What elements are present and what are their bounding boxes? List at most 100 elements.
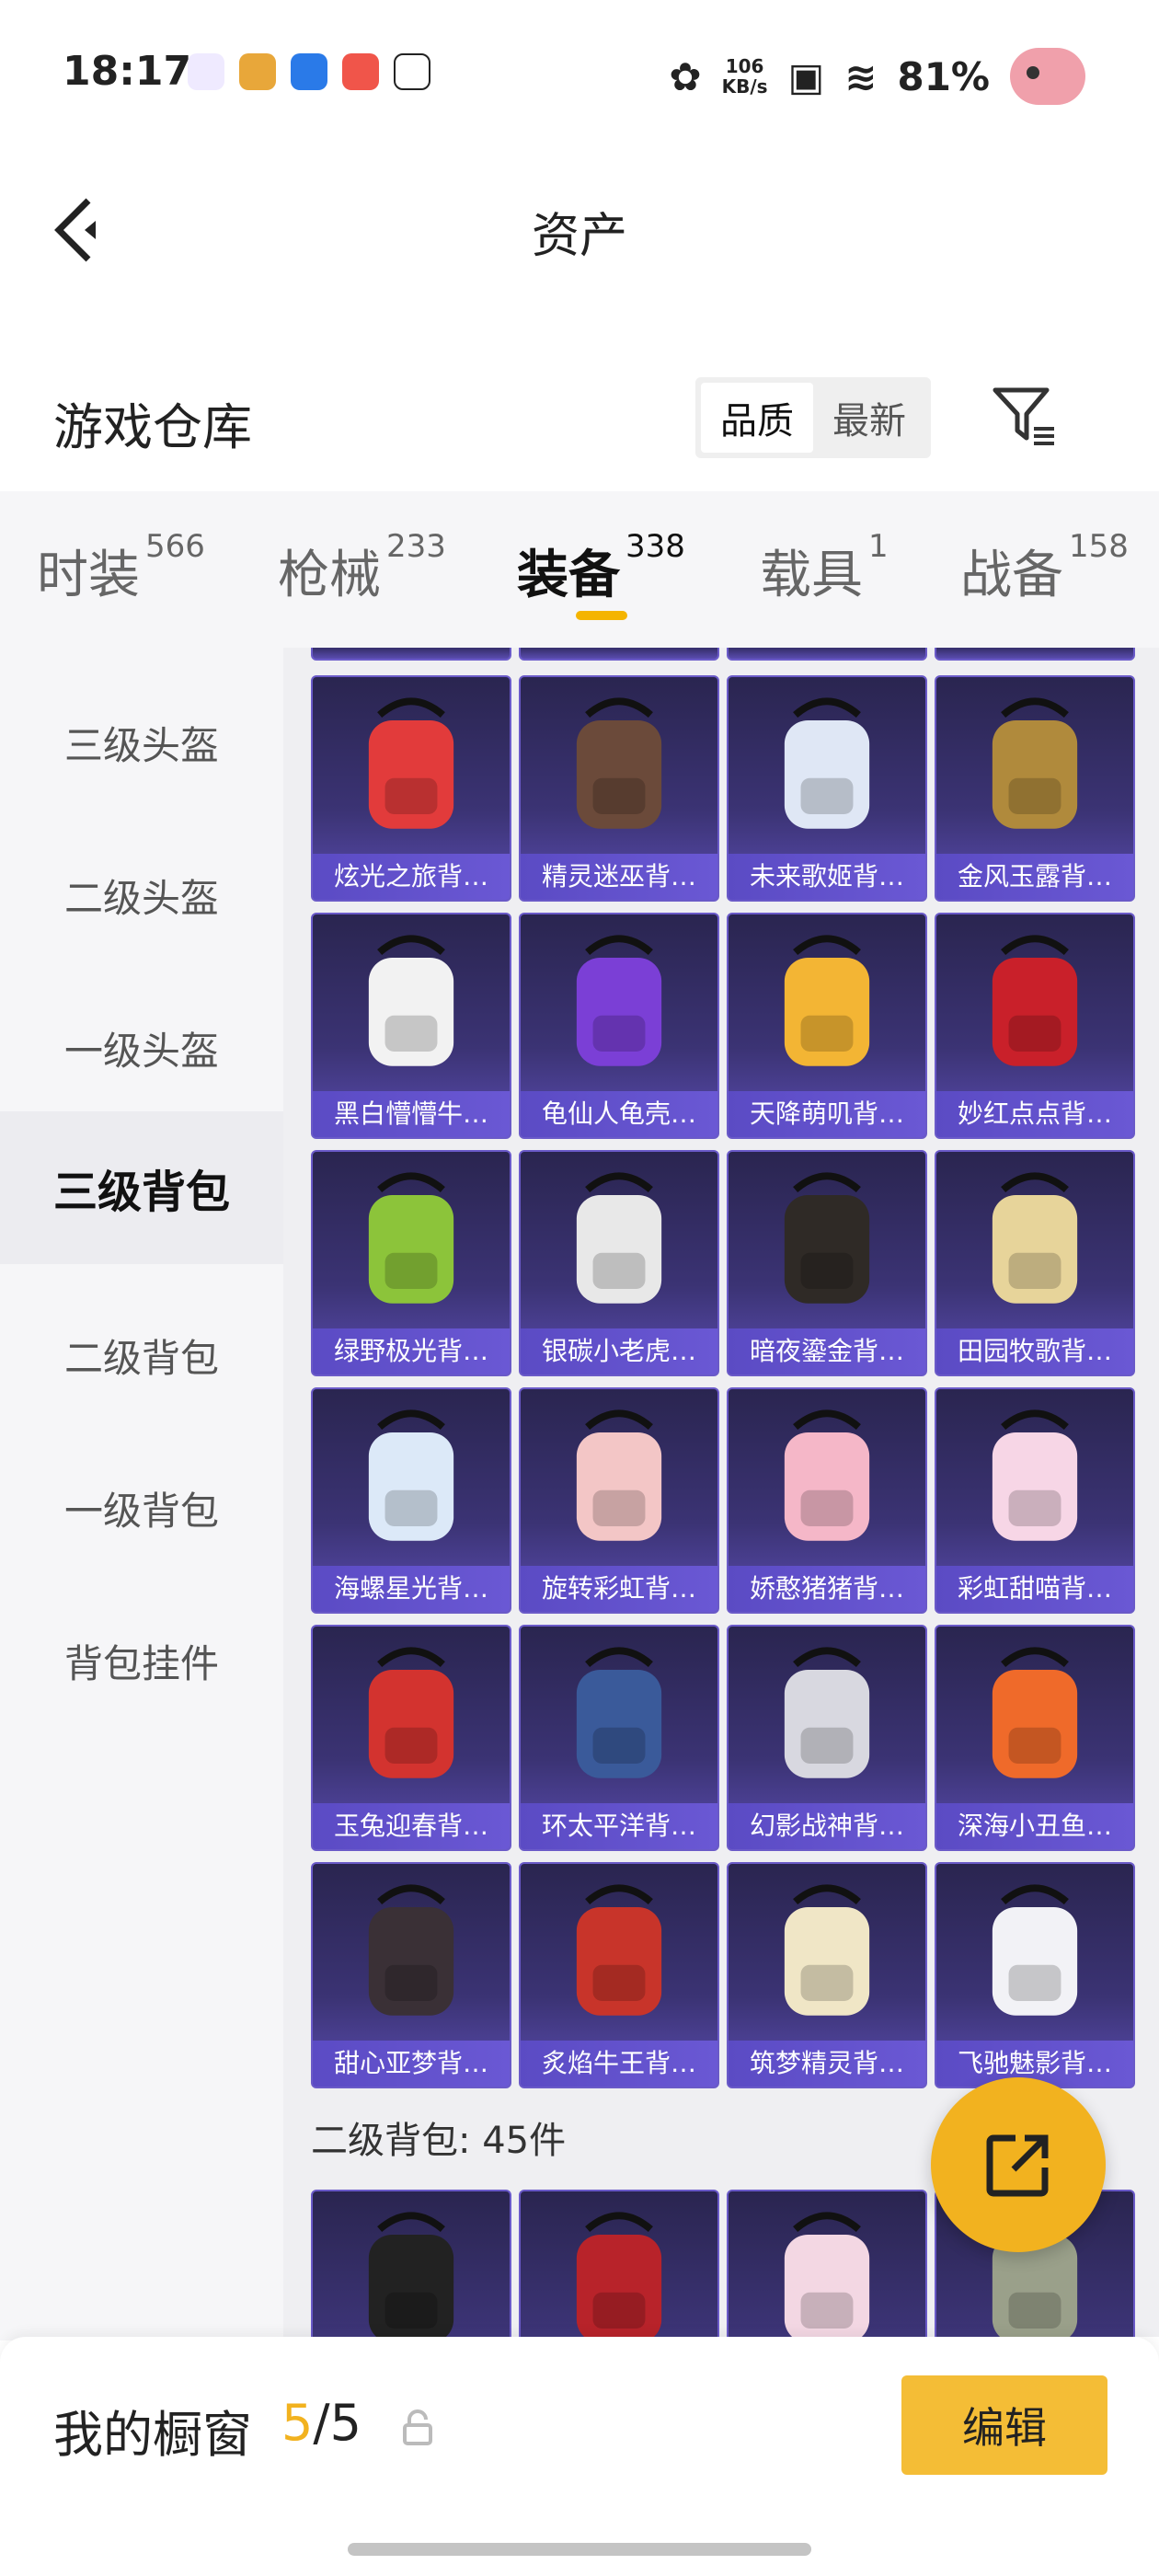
sidebar-item-backpack-2[interactable]: 二级背包 (0, 1279, 283, 1432)
dog-backpack-icon (368, 2212, 454, 2337)
item-card[interactable]: 幻影战神背… (727, 1625, 927, 1851)
item-name: 金风玉露背… (936, 854, 1133, 900)
page-title: 资产 (531, 209, 627, 264)
item-card-partial[interactable] (519, 648, 719, 661)
cow-backpack-icon (368, 935, 454, 1066)
item-name: 精灵迷巫背… (521, 854, 717, 900)
item-card[interactable]: 玉兔迎春背… (311, 1625, 511, 1851)
edit-button[interactable]: 编辑 (901, 2375, 1107, 2475)
red-mask-backpack-icon (576, 2212, 662, 2337)
quilted-backpack-icon (368, 1884, 454, 2016)
racer-backpack-icon (992, 1884, 1078, 2016)
tab-supplies[interactable]: 战备 158 (960, 528, 1129, 608)
pig-avatar-icon (1010, 48, 1085, 105)
tab-fashion[interactable]: 时装 566 (37, 528, 205, 608)
warehouse-row: 游戏仓库 品质 最新 (0, 359, 1159, 469)
item-card-partial[interactable] (727, 648, 927, 661)
sidebar-item-backpack-3[interactable]: 三级背包 (0, 1111, 283, 1264)
item-name: 炫光之旅背… (313, 854, 510, 900)
tiger-backpack-icon (576, 1172, 662, 1304)
status-time: 18:17 (63, 48, 192, 95)
sidebar-item-helmet-2[interactable]: 二级头盔 (0, 819, 283, 972)
basket-backpack-icon (992, 1172, 1078, 1304)
sidebar-item-helmet-1[interactable]: 一级头盔 (0, 972, 283, 1124)
filter-button[interactable] (990, 383, 1058, 451)
item-name: 龟仙人龟壳… (521, 1091, 717, 1137)
sort-quality[interactable]: 品质 (701, 383, 813, 453)
item-card[interactable] (727, 2190, 927, 2337)
sort-toggle: 品质 最新 (695, 377, 931, 458)
filter-icon (993, 387, 1054, 445)
tab-vehicles[interactable]: 载具 1 (760, 528, 889, 608)
green-backpack-icon (368, 1172, 454, 1304)
item-card[interactable]: 妙红点点背… (935, 913, 1135, 1139)
notification-icons (188, 53, 430, 90)
item-card[interactable]: 精灵迷巫背… (519, 675, 719, 902)
item-card[interactable]: 未来歌姬背… (727, 675, 927, 902)
item-card[interactable] (519, 2190, 719, 2337)
item-name: 黑白懵懵牛… (313, 1091, 510, 1137)
dark-gold-backpack-icon (784, 1172, 870, 1304)
item-card[interactable]: 炫光之旅背… (311, 675, 511, 902)
item-name: 妙红点点背… (936, 1091, 1133, 1137)
video-app-icon (342, 53, 379, 90)
item-card[interactable]: 旋转彩虹背… (519, 1387, 719, 1614)
item-name: 娇憨猪猪背… (729, 1566, 925, 1612)
item-card[interactable]: 绿野极光背… (311, 1150, 511, 1376)
item-card[interactable]: 银碳小老虎… (519, 1150, 719, 1376)
sidebar-item-pendant[interactable]: 背包挂件 (0, 1584, 283, 1737)
tab-weapons[interactable]: 枪械 233 (278, 528, 446, 608)
item-card[interactable]: 海螺星光背… (311, 1387, 511, 1614)
item-name: 旋转彩虹背… (521, 1566, 717, 1612)
item-card-partial[interactable] (935, 648, 1135, 661)
section-title: 二级背包: 45件 (311, 2120, 567, 2162)
bunny-backpack-icon (784, 2212, 870, 2337)
active-tab-indicator (576, 611, 627, 620)
item-name: 彩虹甜喵背… (936, 1566, 1133, 1612)
ladybug-backpack-icon (992, 935, 1078, 1066)
sidebar-item-backpack-1[interactable]: 一级背包 (0, 1432, 283, 1584)
browser-app-icon (291, 53, 327, 90)
item-name: 未来歌姬背… (729, 854, 925, 900)
item-name: 暗夜鎏金背… (729, 1328, 925, 1374)
sidebar-item-helmet-3[interactable]: 三级头盔 (0, 666, 283, 819)
golden-backpack-icon (992, 697, 1078, 829)
item-card[interactable]: 金风玉露背… (935, 675, 1135, 902)
item-card[interactable]: 娇憨猪猪背… (727, 1387, 927, 1614)
item-card-partial[interactable] (311, 648, 511, 661)
showcase-label: 我的橱窗 (53, 2406, 252, 2464)
item-card[interactable] (311, 2190, 511, 2337)
item-card[interactable]: 田园牧歌背… (935, 1150, 1135, 1376)
showcase-bar: 我的橱窗 5/5 编辑 (0, 2337, 1159, 2576)
tiktok-icon (394, 53, 430, 90)
turtle-shell-icon (576, 935, 662, 1066)
wifi-icon: ≋ (844, 53, 878, 99)
share-button[interactable] (931, 2077, 1106, 2252)
item-card[interactable]: 炙焰牛王背… (519, 1862, 719, 2088)
item-name: 天降萌叽背… (729, 1091, 925, 1137)
category-tabs: 时装 566 枪械 233 装备 338 载具 1 战备 158 (0, 491, 1159, 648)
item-card[interactable]: 龟仙人龟壳… (519, 913, 719, 1139)
item-card[interactable]: 飞驰魅影背… (935, 1862, 1135, 2088)
hourglass-app-icon (188, 53, 224, 90)
sort-latest[interactable]: 最新 (813, 383, 925, 453)
item-card[interactable]: 筑梦精灵背… (727, 1862, 927, 2088)
item-card[interactable]: 黑白懵懵牛… (311, 913, 511, 1139)
item-card[interactable]: 天降萌叽背… (727, 913, 927, 1139)
item-name: 玉兔迎春背… (313, 1803, 510, 1849)
item-card[interactable]: 彩虹甜喵背… (935, 1387, 1135, 1614)
tab-equipment[interactable]: 装备 338 (517, 528, 685, 608)
item-card[interactable]: 深海小丑鱼… (935, 1625, 1135, 1851)
pig-backpack-icon (784, 1409, 870, 1541)
item-card[interactable]: 甜心亚梦背… (311, 1862, 511, 2088)
flame-bull-backpack-icon (576, 1884, 662, 2016)
item-name: 银碳小老虎… (521, 1328, 717, 1374)
item-card[interactable]: 暗夜鎏金背… (727, 1150, 927, 1376)
monster-backpack-icon (368, 697, 454, 829)
pouch-backpack-icon (368, 1409, 454, 1541)
item-card[interactable]: 环太平洋背… (519, 1625, 719, 1851)
item-name: 深海小丑鱼… (936, 1803, 1133, 1849)
item-name: 环太平洋背… (521, 1803, 717, 1849)
item-name: 海螺星光背… (313, 1566, 510, 1612)
cat-backpack-icon (992, 1409, 1078, 1541)
